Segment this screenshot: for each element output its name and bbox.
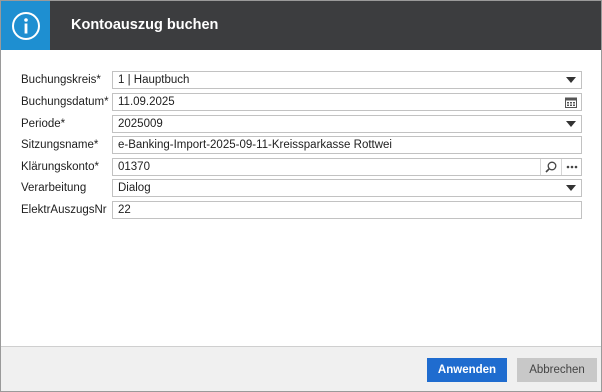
- elektrauszugsnr-label: ElektrAuszugsNr: [21, 204, 107, 216]
- verarbeitung-label: Verarbeitung: [21, 182, 87, 194]
- dialog-window: Kontoauszug buchen Buchungskreis* 1 | Ha…: [0, 0, 602, 392]
- row-verarbeitung: Verarbeitung Dialog: [1, 179, 601, 197]
- klaerungskonto-input[interactable]: 01370: [112, 158, 582, 176]
- row-periode: Periode* 2025009: [1, 115, 601, 133]
- buchungskreis-value: 1 | Hauptbuch: [118, 74, 190, 86]
- chevron-down-icon[interactable]: [561, 180, 581, 196]
- klaerungskonto-label: Klärungskonto*: [21, 161, 99, 173]
- row-buchungskreis: Buchungskreis* 1 | Hauptbuch: [1, 71, 601, 89]
- sitzungsname-label: Sitzungsname*: [21, 139, 99, 151]
- more-options-icon[interactable]: [561, 159, 581, 175]
- buchungsdatum-value: 11.09.2025: [118, 96, 175, 108]
- elektrauszugsnr-input[interactable]: 22: [112, 201, 582, 219]
- dialog-titlebar: Kontoauszug buchen: [1, 1, 601, 50]
- klaerungskonto-value: 01370: [118, 161, 150, 173]
- verarbeitung-value: Dialog: [118, 182, 151, 194]
- row-klaerungskonto: Klärungskonto* 01370: [1, 158, 601, 176]
- info-icon: [11, 11, 40, 40]
- chevron-down-icon[interactable]: [561, 116, 581, 132]
- elektrauszugsnr-value: 22: [118, 204, 131, 216]
- row-elektrauszugsnr: ElektrAuszugsNr 22: [1, 201, 601, 219]
- periode-value: 2025009: [118, 118, 163, 130]
- apply-button[interactable]: Anwenden: [427, 358, 507, 382]
- sitzungsname-input[interactable]: e-Banking-Import-2025-09-11-Kreissparkas…: [112, 136, 582, 154]
- calendar-icon[interactable]: [561, 94, 581, 110]
- buchungskreis-select[interactable]: 1 | Hauptbuch: [112, 71, 582, 89]
- buchungsdatum-label: Buchungsdatum*: [21, 96, 109, 108]
- periode-select[interactable]: 2025009: [112, 115, 582, 133]
- buchungsdatum-input[interactable]: 11.09.2025: [112, 93, 582, 111]
- row-buchungsdatum: Buchungsdatum* 11.09.2025: [1, 93, 601, 111]
- search-icon[interactable]: [540, 159, 560, 175]
- info-icon-box: [1, 1, 50, 50]
- dialog-title: Kontoauszug buchen: [71, 17, 219, 33]
- periode-label: Periode*: [21, 118, 66, 130]
- cancel-button[interactable]: Abbrechen: [517, 358, 597, 382]
- chevron-down-icon[interactable]: [561, 72, 581, 88]
- dialog-footer: Anwenden Abbrechen: [1, 346, 601, 391]
- buchungskreis-label: Buchungskreis*: [21, 74, 101, 86]
- row-sitzungsname: Sitzungsname* e-Banking-Import-2025-09-1…: [1, 136, 601, 154]
- sitzungsname-value: e-Banking-Import-2025-09-11-Kreissparkas…: [118, 139, 392, 151]
- verarbeitung-select[interactable]: Dialog: [112, 179, 582, 197]
